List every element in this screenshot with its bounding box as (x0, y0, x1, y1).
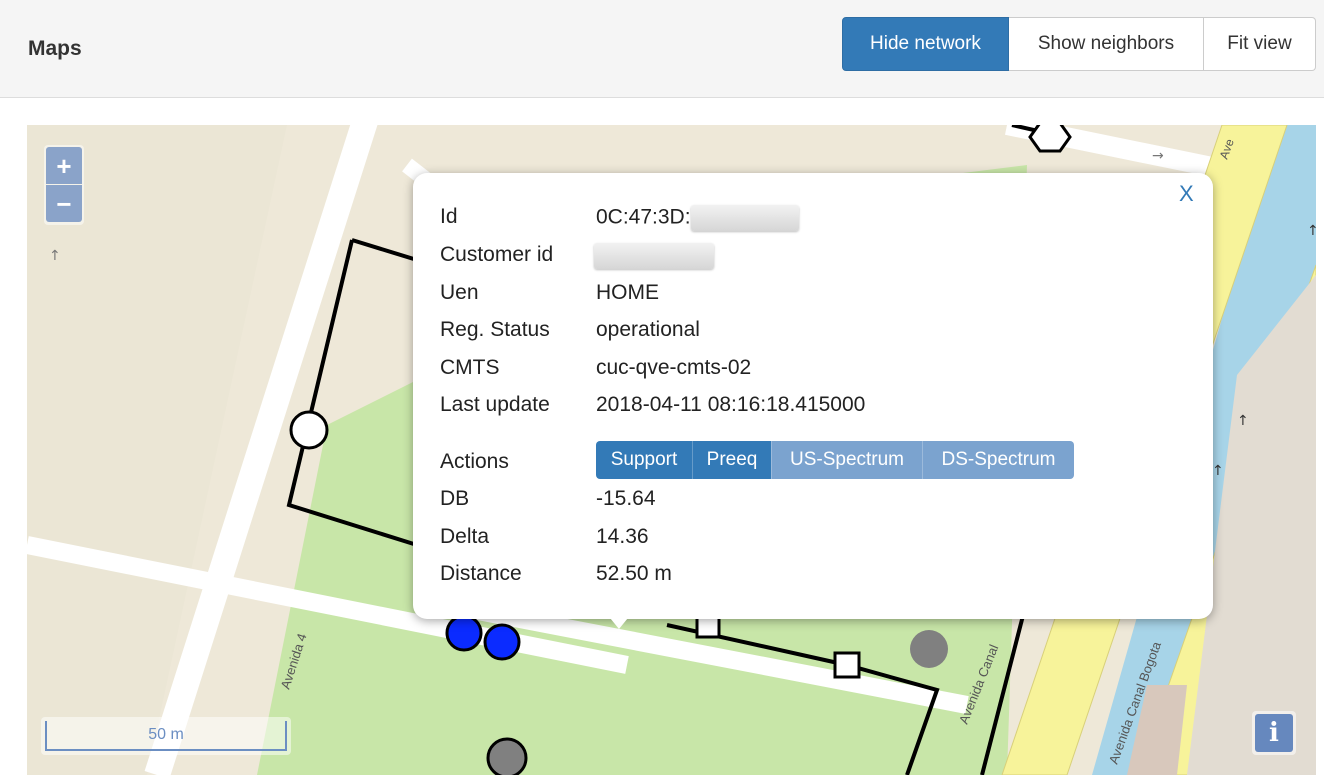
hide-network-button[interactable]: Hide network (842, 17, 1009, 71)
ds-spectrum-button[interactable]: DS-Spectrum (922, 441, 1074, 479)
modem-popup: X Id 0C:47:3D: Customer id Uen HOME Reg.… (413, 173, 1213, 629)
direction-arrow-icon: → (1152, 148, 1164, 164)
fit-view-button[interactable]: Fit view (1204, 17, 1316, 71)
info-icon: i (1255, 714, 1293, 752)
direction-arrow-icon: ↑ (49, 248, 61, 264)
scale-bar: 50 m (41, 717, 291, 755)
close-icon[interactable]: X (1179, 181, 1194, 207)
network-node[interactable] (1028, 125, 1072, 153)
zoom-out-button[interactable]: − (46, 185, 82, 222)
page-title: Maps (28, 37, 82, 60)
delta-value: 14.36 (596, 525, 649, 548)
reg-status-label: Reg. Status (440, 318, 550, 341)
uen-label: Uen (440, 281, 479, 304)
zoom-control: + − (44, 145, 84, 225)
modem-marker[interactable] (486, 737, 528, 775)
show-neighbors-button[interactable]: Show neighbors (1009, 17, 1204, 71)
map-button-group: Hide network Show neighbors Fit view (842, 17, 1316, 71)
cmts-label: CMTS (440, 356, 500, 379)
distance-label: Distance (440, 562, 522, 585)
id-value: 0C:47:3D: (596, 205, 691, 229)
direction-arrow-icon: ↑ (1307, 223, 1316, 239)
delta-label: Delta (440, 525, 490, 548)
us-spectrum-button[interactable]: US-Spectrum (771, 441, 922, 479)
id-label: Id (440, 205, 458, 228)
modem-marker[interactable] (483, 623, 521, 661)
network-node[interactable] (833, 651, 861, 679)
last-update-value: 2018-04-11 08:16:18.415000 (596, 393, 866, 416)
actions-label: Actions (440, 450, 509, 473)
db-value: -15.64 (596, 487, 656, 510)
distance-value: 52.50 m (596, 562, 672, 585)
uen-value: HOME (596, 281, 659, 304)
support-button[interactable]: Support (596, 441, 692, 479)
redacted-block (594, 243, 714, 269)
reg-status-value: operational (596, 318, 700, 341)
network-node[interactable] (289, 410, 329, 450)
modem-marker[interactable] (445, 614, 483, 652)
modem-marker[interactable] (910, 630, 948, 668)
db-label: DB (440, 487, 470, 510)
last-update-label: Last update (440, 393, 550, 416)
actions-button-group: Support Preeq US-Spectrum DS-Spectrum (596, 441, 1074, 479)
direction-arrow-icon: ↑ (1212, 463, 1224, 479)
zoom-in-button[interactable]: + (46, 147, 82, 184)
redacted-block (690, 205, 799, 231)
info-button[interactable]: i (1252, 711, 1296, 755)
preeq-button[interactable]: Preeq (692, 441, 771, 479)
customer-id-value (594, 243, 714, 269)
id-value-wrap: 0C:47:3D: (596, 205, 799, 231)
scale-label: 50 m (45, 721, 287, 751)
page-header: Maps Hide network Show neighbors Fit vie… (0, 0, 1324, 98)
popup-tip (606, 613, 632, 629)
customer-id-label: Customer id (440, 243, 554, 266)
direction-arrow-icon: ↑ (1237, 413, 1249, 429)
cmts-value: cuc-qve-cmts-02 (596, 356, 752, 379)
